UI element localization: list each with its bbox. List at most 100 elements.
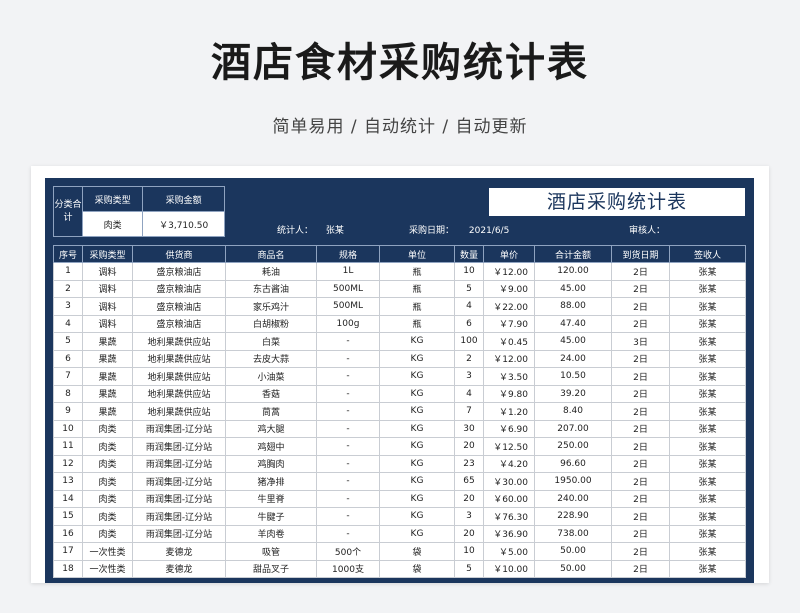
cell-supplier[interactable]: 雨润集团-辽分站	[132, 507, 226, 526]
cell-total[interactable]: 10.50	[534, 367, 612, 386]
cell-unit[interactable]: KG	[379, 507, 455, 526]
cell-receiver[interactable]: 张某	[669, 332, 746, 351]
cell-index[interactable]: 3	[53, 297, 83, 316]
cell-price[interactable]: ￥60.00	[483, 489, 535, 508]
cell-spec[interactable]: -	[316, 524, 380, 543]
cell-unit[interactable]: KG	[379, 524, 455, 543]
cell-spec[interactable]: -	[316, 489, 380, 508]
cell-arrival[interactable]: 2日	[611, 262, 670, 281]
cell-receiver[interactable]: 张某	[669, 314, 746, 333]
cell-supplier[interactable]: 麦德龙	[132, 559, 226, 578]
cell-type[interactable]: 肉类	[82, 489, 133, 508]
cell-index[interactable]: 15	[53, 507, 83, 526]
cell-qty[interactable]: 65	[454, 472, 484, 491]
cell-unit[interactable]: KG	[379, 472, 455, 491]
cell-spec[interactable]: -	[316, 419, 380, 438]
cell-qty[interactable]: 7	[454, 402, 484, 421]
cell-price[interactable]: ￥7.90	[483, 314, 535, 333]
cell-total[interactable]: 207.00	[534, 419, 612, 438]
cell-type[interactable]: 肉类	[82, 524, 133, 543]
cell-total[interactable]: 50.00	[534, 542, 612, 561]
cell-supplier[interactable]: 雨润集团-辽分站	[132, 454, 226, 473]
cell-product[interactable]: 鸡胸肉	[225, 454, 317, 473]
cell-arrival[interactable]: 2日	[611, 314, 670, 333]
cell-index[interactable]: 2	[53, 279, 83, 298]
cell-index[interactable]: 6	[53, 349, 83, 368]
cell-receiver[interactable]: 张某	[669, 262, 746, 281]
cell-supplier[interactable]: 盛京粮油店	[132, 279, 226, 298]
cell-price[interactable]: ￥12.00	[483, 349, 535, 368]
cell-price[interactable]: ￥1.20	[483, 402, 535, 421]
cell-arrival[interactable]: 2日	[611, 349, 670, 368]
cell-price[interactable]: ￥0.45	[483, 332, 535, 351]
cell-receiver[interactable]: 张某	[669, 542, 746, 561]
cell-type[interactable]: 肉类	[82, 472, 133, 491]
cell-index[interactable]: 8	[53, 384, 83, 403]
purchase-date-value[interactable]: 2021/6/5	[469, 226, 509, 236]
cell-arrival[interactable]: 2日	[611, 542, 670, 561]
cell-qty[interactable]: 10	[454, 542, 484, 561]
cell-index[interactable]: 18	[53, 559, 83, 578]
cell-unit[interactable]: KG	[379, 489, 455, 508]
cell-arrival[interactable]: 2日	[611, 297, 670, 316]
cell-total[interactable]: 96.60	[534, 454, 612, 473]
cell-unit[interactable]: KG	[379, 437, 455, 456]
summary-amount-value[interactable]: ￥3,710.50	[142, 211, 225, 237]
summary-type-value[interactable]: 肉类	[81, 211, 144, 237]
cell-price[interactable]: ￥12.50	[483, 437, 535, 456]
cell-supplier[interactable]: 盛京粮油店	[132, 314, 226, 333]
cell-product[interactable]: 吸管	[225, 542, 317, 561]
cell-unit[interactable]: KG	[379, 349, 455, 368]
stat-person-value[interactable]: 张某	[326, 226, 344, 236]
cell-arrival[interactable]: 2日	[611, 402, 670, 421]
cell-spec[interactable]: 1000支	[316, 559, 380, 578]
cell-price[interactable]: ￥4.20	[483, 454, 535, 473]
cell-unit[interactable]: 瓶	[379, 279, 455, 298]
cell-qty[interactable]: 100	[454, 332, 484, 351]
cell-total[interactable]: 8.40	[534, 402, 612, 421]
cell-qty[interactable]: 4	[454, 297, 484, 316]
cell-type[interactable]: 肉类	[82, 507, 133, 526]
cell-type[interactable]: 肉类	[82, 454, 133, 473]
cell-total[interactable]: 47.40	[534, 314, 612, 333]
cell-supplier[interactable]: 地利果蔬供应站	[132, 332, 226, 351]
cell-receiver[interactable]: 张某	[669, 349, 746, 368]
cell-arrival[interactable]: 2日	[611, 384, 670, 403]
cell-type[interactable]: 调料	[82, 279, 133, 298]
cell-receiver[interactable]: 张某	[669, 384, 746, 403]
cell-index[interactable]: 17	[53, 542, 83, 561]
cell-qty[interactable]: 2	[454, 349, 484, 368]
cell-spec[interactable]: -	[316, 332, 380, 351]
cell-total[interactable]: 24.00	[534, 349, 612, 368]
cell-product[interactable]: 去皮大蒜	[225, 349, 317, 368]
cell-type[interactable]: 果蔬	[82, 349, 133, 368]
cell-arrival[interactable]: 2日	[611, 472, 670, 491]
cell-total[interactable]: 120.00	[534, 262, 612, 281]
cell-receiver[interactable]: 张某	[669, 559, 746, 578]
cell-supplier[interactable]: 地利果蔬供应站	[132, 402, 226, 421]
cell-product[interactable]: 白菜	[225, 332, 317, 351]
cell-product[interactable]: 猪净排	[225, 472, 317, 491]
cell-receiver[interactable]: 张某	[669, 524, 746, 543]
cell-spec[interactable]: 500ML	[316, 279, 380, 298]
cell-receiver[interactable]: 张某	[669, 454, 746, 473]
cell-qty[interactable]: 5	[454, 279, 484, 298]
cell-supplier[interactable]: 地利果蔬供应站	[132, 349, 226, 368]
cell-receiver[interactable]: 张某	[669, 279, 746, 298]
cell-spec[interactable]: 500个	[316, 542, 380, 561]
cell-arrival[interactable]: 2日	[611, 524, 670, 543]
cell-unit[interactable]: 瓶	[379, 297, 455, 316]
cell-price[interactable]: ￥6.90	[483, 419, 535, 438]
cell-product[interactable]: 香菇	[225, 384, 317, 403]
cell-price[interactable]: ￥3.50	[483, 367, 535, 386]
cell-total[interactable]: 1950.00	[534, 472, 612, 491]
cell-product[interactable]: 白胡椒粉	[225, 314, 317, 333]
cell-spec[interactable]: -	[316, 507, 380, 526]
cell-type[interactable]: 一次性类	[82, 542, 133, 561]
cell-supplier[interactable]: 雨润集团-辽分站	[132, 472, 226, 491]
cell-index[interactable]: 14	[53, 489, 83, 508]
cell-type[interactable]: 调料	[82, 314, 133, 333]
cell-supplier[interactable]: 麦德龙	[132, 542, 226, 561]
cell-price[interactable]: ￥12.00	[483, 262, 535, 281]
cell-type[interactable]: 调料	[82, 297, 133, 316]
